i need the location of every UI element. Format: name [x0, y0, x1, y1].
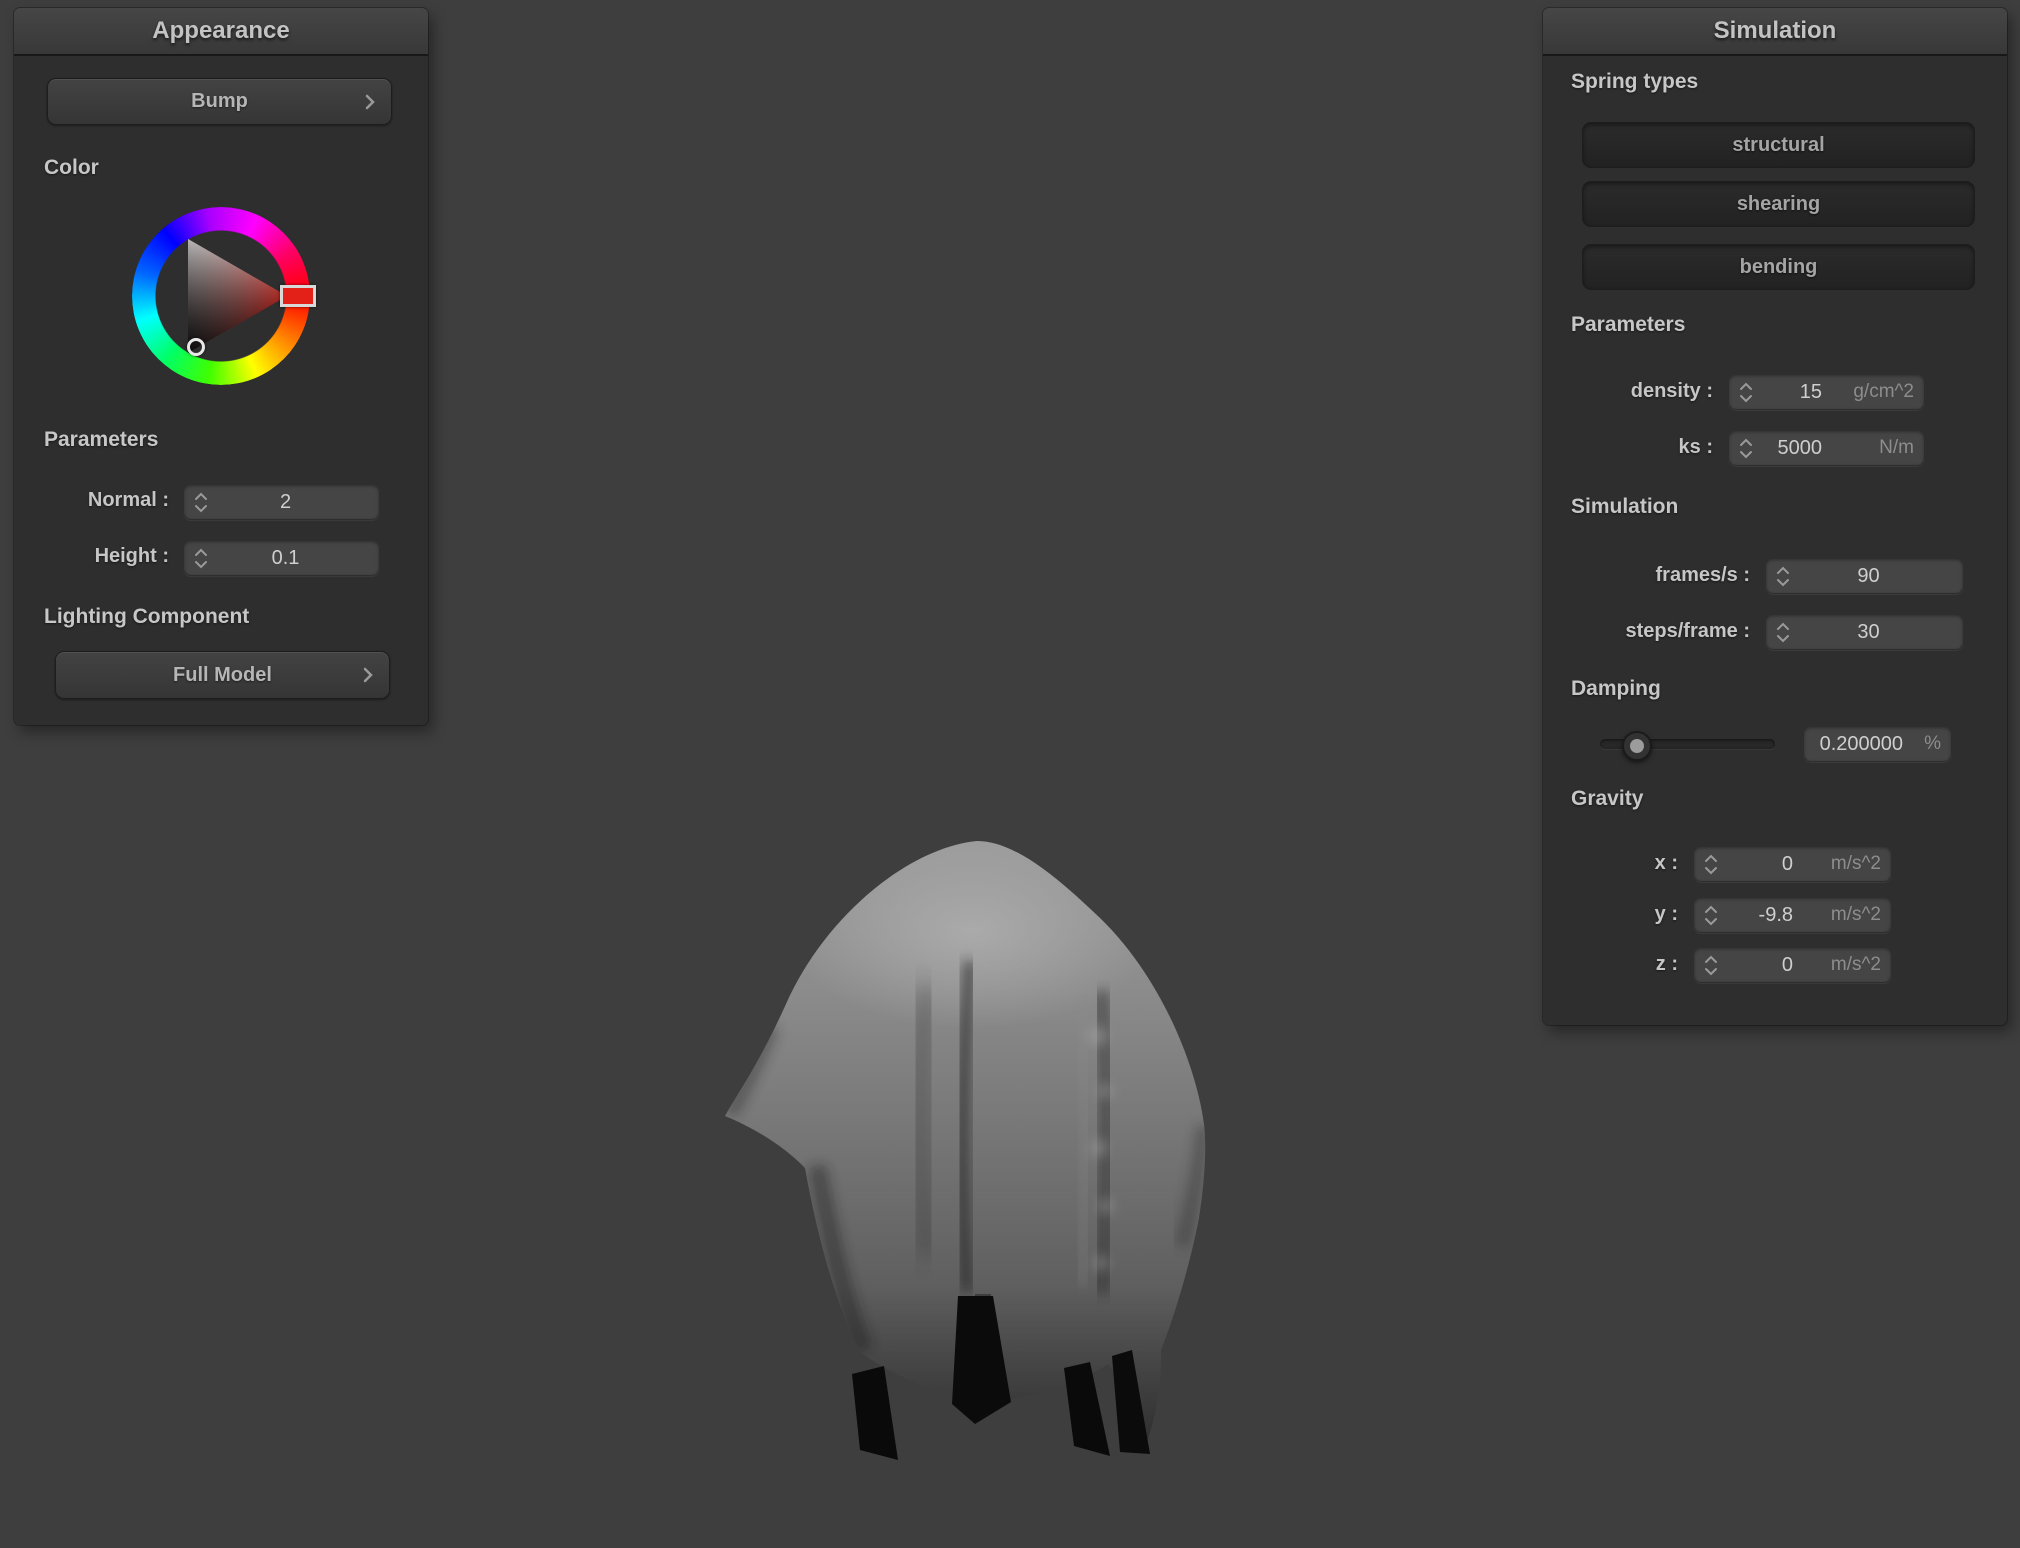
stepper-down-icon [1705, 866, 1717, 874]
stepper-up-icon [1740, 438, 1752, 446]
damping-value-box[interactable]: 0.200000 % [1803, 726, 1952, 762]
ks-value: 5000 [1777, 436, 1823, 459]
gravity-y-label: y : [1654, 903, 1678, 925]
gravity-z-value: 0 [1781, 953, 1793, 976]
appearance-panel: Appearance Bump Color Parameters Normal … [14, 8, 428, 725]
gravity-y-unit: m/s^2 [1830, 904, 1881, 925]
hue-cursor[interactable] [280, 285, 316, 307]
ks-input[interactable]: 5000 N/m [1728, 430, 1925, 466]
frames-stepper[interactable] [1766, 566, 1800, 587]
gravity-x-unit: m/s^2 [1830, 853, 1881, 874]
steps-stepper[interactable] [1766, 622, 1800, 643]
bump-dropdown-label: Bump [191, 90, 248, 112]
ks-unit: N/m [1879, 437, 1914, 458]
density-label: density : [1630, 380, 1713, 402]
damping-unit: % [1924, 733, 1941, 754]
lighting-model-dropdown-button[interactable]: Full Model [55, 651, 390, 699]
stepper-down-icon [195, 504, 207, 512]
damping-value: 0.200000 [1819, 732, 1903, 755]
gravity-x-label: x : [1654, 852, 1678, 874]
color-section-label: Color [44, 156, 99, 179]
frames-input[interactable]: 90 [1765, 558, 1964, 594]
spring-types-label: Spring types [1571, 70, 1699, 93]
stepper-up-icon [1740, 382, 1752, 390]
stepper-up-icon [1705, 955, 1717, 963]
steps-value: 30 [1857, 620, 1880, 643]
sim-parameters-label: Parameters [1571, 313, 1686, 336]
stepper-down-icon [1740, 450, 1752, 458]
spring-structural-label: structural [1732, 133, 1825, 156]
stepper-up-icon [1777, 566, 1789, 574]
gravity-x-value: 0 [1781, 852, 1793, 875]
density-unit: g/cm^2 [1853, 381, 1914, 402]
gravity-y-value: -9.8 [1758, 903, 1793, 926]
stepper-up-icon [195, 548, 207, 556]
gravity-z-stepper[interactable] [1694, 955, 1728, 976]
lighting-model-label: Full Model [173, 663, 272, 686]
appearance-panel-title: Appearance [152, 17, 290, 44]
bump-dropdown-button[interactable]: Bump [47, 78, 392, 125]
ks-label: ks : [1678, 436, 1713, 458]
appearance-panel-header[interactable]: Appearance [14, 8, 428, 56]
gravity-label: Gravity [1571, 787, 1644, 810]
density-value: 15 [1799, 380, 1822, 403]
damping-label: Damping [1571, 677, 1661, 700]
gravity-y-input[interactable]: -9.8 m/s^2 [1693, 897, 1892, 933]
normal-label: Normal : [87, 489, 169, 511]
sv-triangle[interactable] [155, 230, 287, 362]
stepper-up-icon [195, 492, 207, 500]
simulation-panel: Simulation Spring types structural shear… [1543, 8, 2007, 1025]
app-window: Appearance Bump Color Parameters Normal … [0, 0, 2020, 1548]
spring-shearing-label: shearing [1736, 192, 1821, 215]
steps-input[interactable]: 30 [1765, 614, 1964, 650]
height-input[interactable]: 0.1 [183, 540, 380, 576]
stepper-down-icon [1777, 578, 1789, 586]
gravity-z-unit: m/s^2 [1830, 954, 1881, 975]
normal-input[interactable]: 2 [183, 484, 380, 520]
lighting-component-label: Lighting Component [44, 605, 250, 628]
ks-stepper[interactable] [1729, 438, 1763, 459]
height-label: Height : [94, 545, 169, 567]
cloth-render [725, 841, 1206, 1460]
stepper-down-icon [1740, 394, 1752, 402]
damping-slider-knob[interactable] [1622, 731, 1652, 761]
stepper-up-icon [1705, 905, 1717, 913]
height-value: 0.1 [271, 546, 300, 569]
stepper-down-icon [1777, 634, 1789, 642]
density-stepper[interactable] [1729, 382, 1763, 403]
frames-value: 90 [1857, 564, 1880, 587]
spring-bending-label: bending [1739, 255, 1818, 278]
steps-label: steps/frame : [1625, 620, 1751, 642]
height-stepper[interactable] [184, 548, 218, 569]
color-wheel [132, 207, 316, 385]
simulation-panel-title: Simulation [1713, 17, 1837, 44]
gravity-z-input[interactable]: 0 m/s^2 [1693, 947, 1892, 983]
normal-value: 2 [279, 490, 292, 513]
spring-shearing-button[interactable]: shearing [1582, 181, 1975, 227]
sim-simulation-label: Simulation [1571, 495, 1679, 518]
frames-label: frames/s : [1655, 564, 1751, 586]
gravity-y-stepper[interactable] [1694, 905, 1728, 926]
simulation-panel-header[interactable]: Simulation [1543, 8, 2007, 56]
chevron-right-icon [363, 667, 373, 683]
gravity-x-input[interactable]: 0 m/s^2 [1693, 846, 1892, 882]
stepper-down-icon [195, 560, 207, 568]
sv-cursor[interactable] [187, 338, 205, 356]
density-input[interactable]: 15 g/cm^2 [1728, 374, 1925, 410]
damping-slider[interactable] [1600, 731, 1775, 761]
normal-stepper[interactable] [184, 492, 218, 513]
stepper-down-icon [1705, 967, 1717, 975]
stepper-up-icon [1777, 622, 1789, 630]
gravity-x-stepper[interactable] [1694, 854, 1728, 875]
spring-bending-button[interactable]: bending [1582, 244, 1975, 290]
stepper-up-icon [1705, 854, 1717, 862]
spring-structural-button[interactable]: structural [1582, 122, 1975, 168]
chevron-right-icon [365, 94, 375, 110]
gravity-z-label: z : [1655, 953, 1678, 975]
stepper-down-icon [1705, 917, 1717, 925]
appearance-parameters-label: Parameters [44, 428, 159, 451]
